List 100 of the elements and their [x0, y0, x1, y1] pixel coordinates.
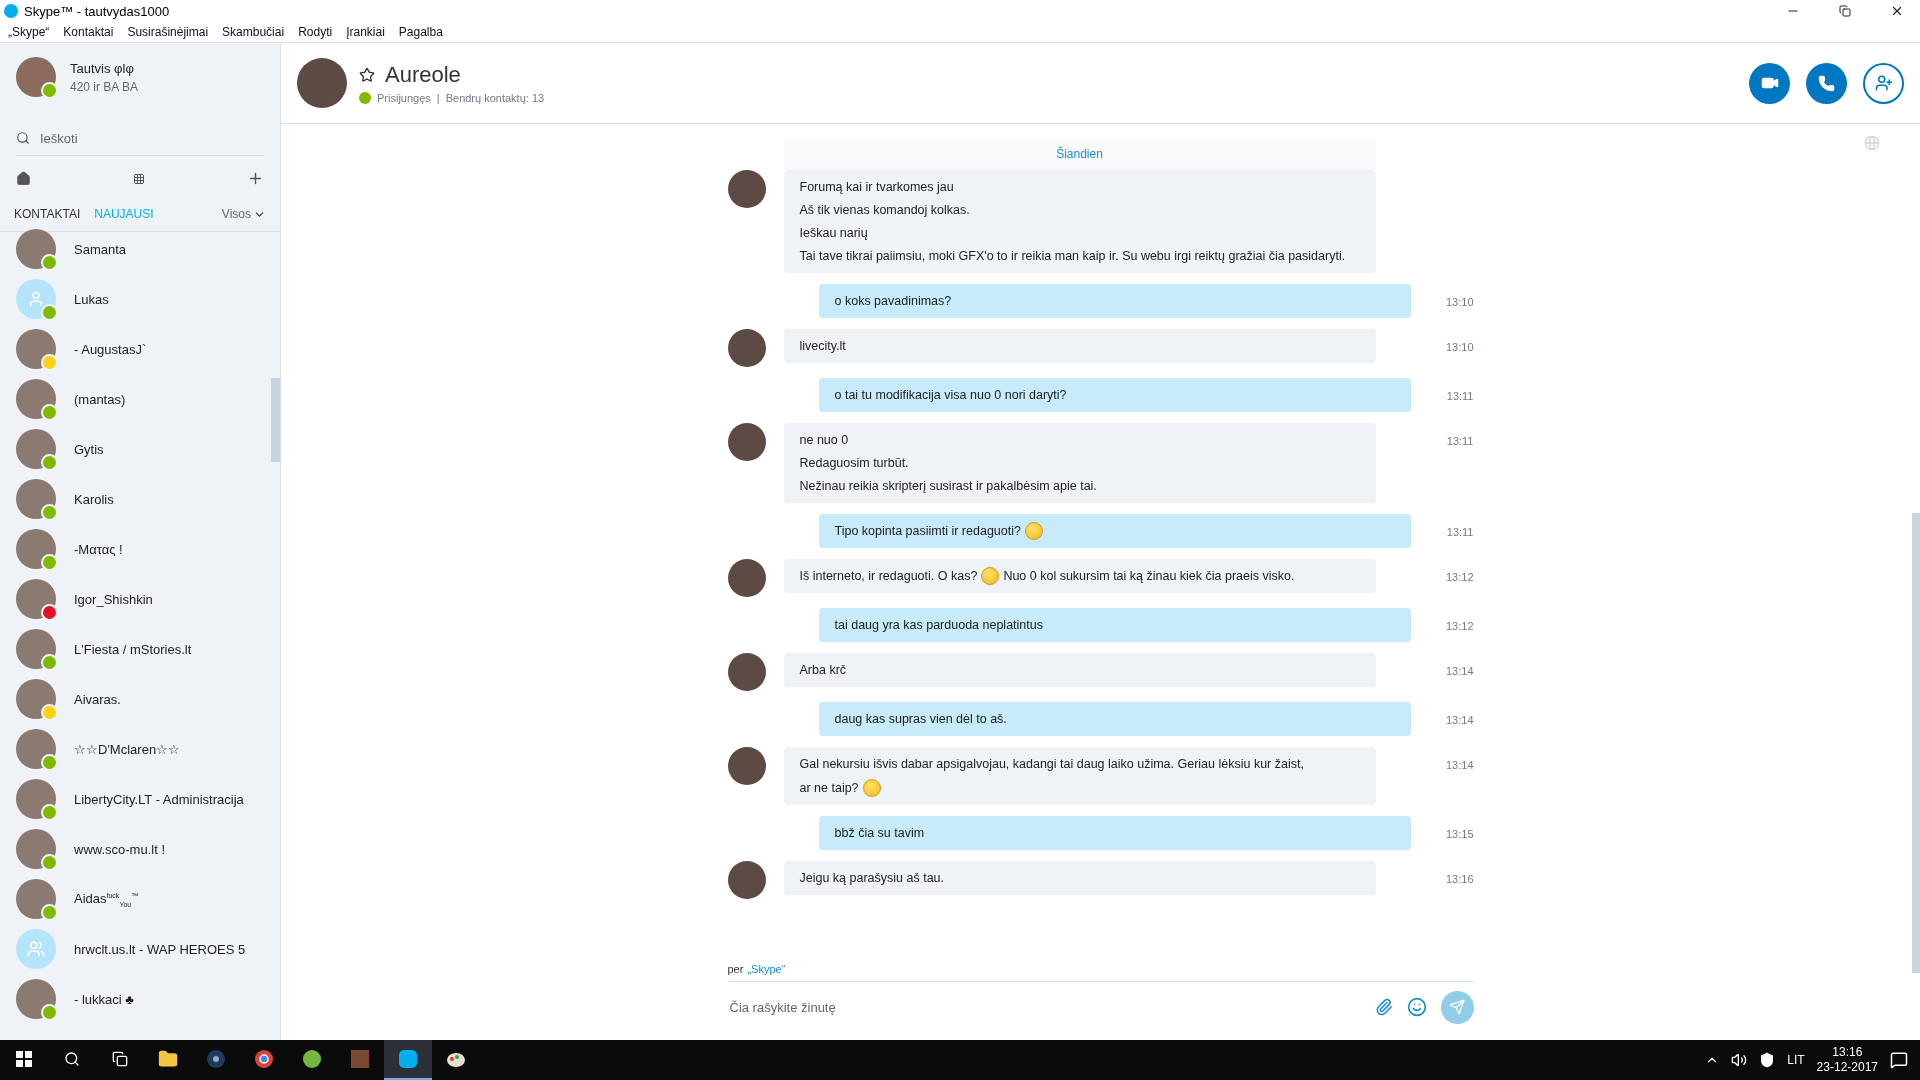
- contact-item[interactable]: Igor_Shishkin: [0, 574, 266, 624]
- close-icon: [1890, 4, 1904, 18]
- tab[interactable]: KONTAKTAI: [14, 207, 81, 221]
- message-text: ar ne taip?: [799, 780, 859, 797]
- message-text: Gal nekursiu išvis dabar apsigalvojau, kadangi tai daug laiko užima. Geriau lėksiu kur žaist,: [799, 756, 1304, 773]
- message-text: Jeigu ką parašysiu aš tau.: [799, 870, 945, 887]
- contact-name: - AugustasJ`: [74, 341, 147, 357]
- message-text: livecity.lt: [799, 338, 846, 355]
- message-time: 13:15: [1445, 827, 1474, 840]
- message-time: 13:12: [1445, 570, 1474, 583]
- clock[interactable]: 13:16 23-12-2017: [1816, 1045, 1878, 1075]
- contact-name: www.sco-mu.lt !: [74, 841, 165, 857]
- contact-item[interactable]: Gytis: [0, 424, 266, 474]
- status-text: Prisijungęs: [377, 92, 431, 104]
- volume-icon[interactable]: [1731, 1052, 1748, 1068]
- message-time: 13:11: [1446, 434, 1474, 447]
- photo-placeholder[interactable]: [16, 57, 56, 97]
- call-button[interactable]: [1806, 62, 1847, 104]
- menu-item[interactable]: „Skype“: [8, 25, 50, 39]
- filter-dropdown[interactable]: Visos: [221, 207, 266, 221]
- add-contact-button[interactable]: [1863, 62, 1904, 104]
- windows-logo-icon: [16, 1051, 32, 1067]
- task-view-icon: [112, 1051, 128, 1067]
- add-icon[interactable]: [247, 170, 264, 187]
- message-text: o tai tu modifikacija visa nuo 0 nori daryti?: [834, 387, 1067, 404]
- contact-name: hrwclt.us.lt - WAP HEROES 5: [74, 941, 246, 957]
- contact-item[interactable]: Aivaras.: [0, 674, 266, 724]
- menu-item[interactable]: Rodyti: [298, 25, 333, 39]
- photo-placeholder: [727, 170, 766, 208]
- contact-name: Samanta: [74, 241, 127, 257]
- video-call-button[interactable]: [1749, 62, 1790, 104]
- message-text: daug kas supras vien dėl to aš.: [834, 711, 1007, 728]
- contact-item[interactable]: ☆☆D'Mclaren☆☆: [0, 724, 266, 774]
- smiley-icon: [1024, 522, 1043, 540]
- scrollbar-thumb[interactable]: [271, 378, 280, 462]
- message-text: Redaguosim turbūt.: [799, 455, 909, 472]
- attach-button[interactable]: [1374, 998, 1393, 1016]
- mood-message: 420 ir BA BA: [70, 79, 139, 94]
- message-text: ne nuo 0: [799, 432, 849, 449]
- photo-placeholder: [727, 653, 766, 691]
- via-link[interactable]: „Skype“: [747, 963, 786, 975]
- contact-title: Aureole: [385, 62, 461, 88]
- add-person-icon: [1874, 74, 1893, 92]
- message-text: Forumą kai ir tvarkomes jau: [799, 179, 954, 196]
- send-icon: [1449, 999, 1465, 1015]
- via-label: per: [727, 963, 744, 975]
- star-icon[interactable]: [359, 67, 375, 83]
- home-icon[interactable]: [16, 171, 31, 186]
- message-time: 13:10: [1445, 340, 1474, 353]
- contact-item[interactable]: hrwclt.us.lt - WAP HEROES 5: [0, 924, 266, 974]
- photo-placeholder: [727, 747, 766, 785]
- menu-item[interactable]: Įrankiai: [346, 25, 385, 39]
- search-icon: [64, 1051, 80, 1067]
- contact-item[interactable]: - AugustasJ`: [0, 324, 266, 374]
- smiley-icon: [1406, 997, 1427, 1017]
- scrollbar-thumb[interactable]: [1912, 513, 1920, 973]
- photo-placeholder: [727, 559, 766, 597]
- message-time: 13:14: [1445, 713, 1474, 726]
- contact-name: ☆☆D'Mclaren☆☆: [74, 741, 181, 757]
- message-text: Iš interneto, ir redaguoti. O kas?: [799, 568, 978, 585]
- smiley-icon: [862, 779, 881, 797]
- photo-placeholder: [297, 58, 347, 108]
- photo-placeholder: [727, 423, 766, 461]
- separator-text: |: [436, 92, 440, 104]
- contact-item[interactable]: - lukkaci ♣: [0, 974, 266, 1024]
- message-text: Nežinau reikia skripterį susirast ir pakalbėsim apie tai.: [799, 478, 1097, 495]
- message-text: tai daug yra kas parduoda neplatintus: [834, 617, 1043, 634]
- search-field[interactable]: Ieškoti: [38, 129, 264, 147]
- contact-item[interactable]: Karolis: [0, 474, 266, 524]
- contact-item[interactable]: L'Fiesta / mStories.lt: [0, 624, 266, 674]
- message-text: Ieškau narių: [799, 225, 868, 242]
- contact-item[interactable]: Samanta: [0, 224, 266, 274]
- shield-icon[interactable]: [1759, 1052, 1776, 1068]
- contact-name: Igor_Shishkin: [74, 591, 153, 607]
- contact-item[interactable]: LibertyCity.LT - Administracija: [0, 774, 266, 824]
- contact-item[interactable]: Lukas: [0, 274, 266, 324]
- contact-name: -Ματας !: [74, 541, 123, 557]
- paperclip-icon: [1374, 998, 1393, 1016]
- menu-item[interactable]: Skambučiai: [222, 25, 285, 39]
- menu-item[interactable]: Pagalba: [398, 25, 443, 39]
- message-time: 13:11: [1446, 525, 1474, 538]
- contact-name: Lukas: [74, 291, 109, 307]
- date-label: Šiandien: [1056, 147, 1103, 161]
- contact-item[interactable]: -Ματας !: [0, 524, 266, 574]
- group-silhouette-icon: [27, 940, 45, 958]
- dialpad-icon[interactable]: [133, 172, 145, 185]
- profile-name: Tautvis φlφ: [70, 60, 135, 76]
- contact-item[interactable]: (mantas): [0, 374, 266, 424]
- contact-name: LibertyCity.LT - Administracija: [74, 791, 244, 807]
- language-indicator[interactable]: LIT: [1787, 1053, 1805, 1067]
- menu-item[interactable]: Susirašinėjimai: [127, 25, 209, 39]
- user-silhouette-icon: [27, 290, 45, 308]
- message-text: Tipo kopinta pasiimti ir redaguoti?: [834, 523, 1021, 540]
- notifications-icon[interactable]: [1890, 1051, 1908, 1069]
- message-text: Arba krč: [799, 662, 847, 679]
- menu-item[interactable]: Kontaktai: [63, 25, 114, 39]
- message-time: 13:12: [1445, 619, 1474, 632]
- emoticon-button[interactable]: [1406, 997, 1427, 1017]
- globe-icon: [1864, 135, 1880, 151]
- contact-item[interactable]: www.sco-mu.lt !: [0, 824, 266, 874]
